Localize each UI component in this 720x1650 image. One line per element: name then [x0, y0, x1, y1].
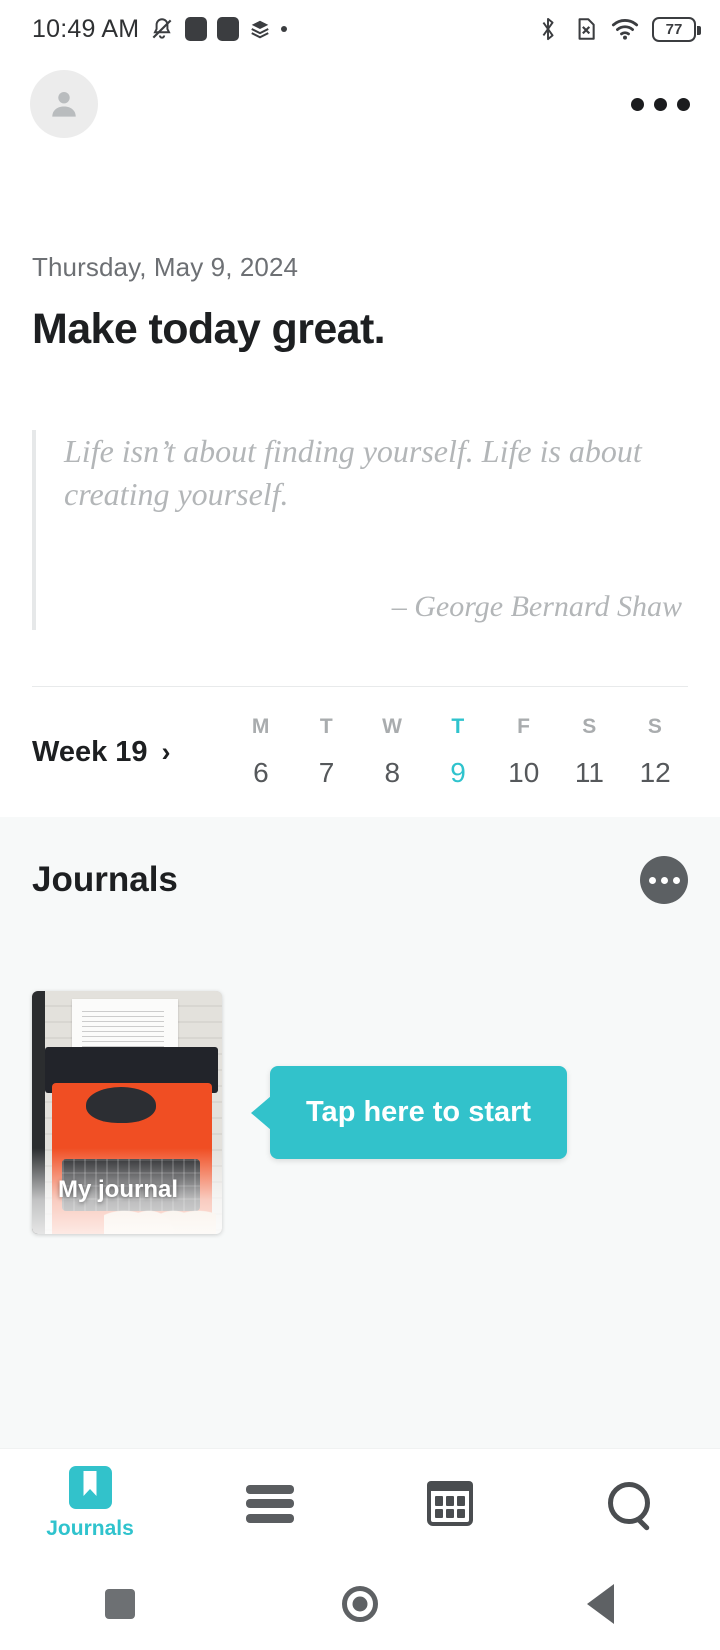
journal-card-row: My journal Tap here to start: [32, 991, 688, 1234]
battery-percent: 77: [665, 20, 683, 38]
bookmark-icon: [68, 1466, 112, 1509]
quote-text: Life isn’t about finding yourself. Life …: [64, 433, 642, 512]
day-cell-thursday-selected[interactable]: T 9: [425, 715, 491, 789]
search-icon: [606, 1480, 654, 1528]
status-bar-left: 10:49 AM: [32, 14, 288, 44]
nav-item-calendar[interactable]: [360, 1481, 540, 1526]
day-of-week-label: S: [582, 715, 597, 738]
dot-icon: [281, 26, 288, 32]
day-cell-saturday[interactable]: S 11: [557, 715, 623, 789]
battery-icon: 77: [652, 16, 701, 42]
no-sim-icon: [572, 16, 598, 42]
layers-icon: [249, 18, 271, 40]
status-time: 10:49 AM: [32, 14, 140, 43]
quote-block: Life isn’t about finding yourself. Life …: [32, 430, 688, 630]
day-number: 11: [574, 757, 604, 788]
triangle-back-icon: [586, 1584, 614, 1624]
nav-item-journals[interactable]: Journals: [0, 1466, 180, 1541]
square-icon: [217, 17, 240, 41]
chevron-right-icon: ›: [161, 736, 171, 767]
journal-card[interactable]: My journal: [32, 991, 222, 1234]
more-horizontal-circle-icon: [660, 876, 668, 884]
calendar-icon: [427, 1481, 473, 1526]
home-button[interactable]: [240, 1586, 480, 1622]
tooltip-text: Tap here to start: [306, 1096, 532, 1128]
wifi-icon: [611, 17, 639, 41]
day-number: 9: [450, 757, 466, 788]
quote-author: – George Bernard Shaw: [391, 589, 682, 623]
day-cell-friday[interactable]: F 10: [491, 715, 557, 789]
day-of-week-label: T: [319, 715, 334, 738]
day-of-week-label: W: [382, 715, 403, 738]
app-bar: [0, 58, 720, 150]
day-cell-tuesday[interactable]: T 7: [294, 715, 360, 789]
day-of-week-label: S: [647, 715, 663, 738]
current-date: Thursday, May 9, 2024: [32, 252, 299, 282]
more-horizontal-icon: [654, 97, 667, 111]
day-cell-wednesday[interactable]: W 8: [359, 715, 425, 789]
week-strip: Week 19 › M 6 T 7 W 8 T 9 F 10 S 11 S 12: [0, 687, 720, 817]
more-horizontal-icon: [677, 97, 690, 111]
bottom-navigation: Journals: [0, 1448, 720, 1558]
circle-home-icon: [342, 1586, 378, 1622]
day-cell-monday[interactable]: M 6: [228, 715, 294, 789]
journal-card-label: My journal: [58, 1176, 179, 1203]
back-button[interactable]: [480, 1584, 720, 1624]
day-number: 7: [318, 757, 335, 788]
recents-button[interactable]: [0, 1589, 240, 1619]
onboarding-tooltip[interactable]: Tap here to start: [270, 1066, 568, 1159]
journals-title: Journals: [32, 860, 178, 899]
android-system-bar: [0, 1558, 720, 1650]
journals-section: Journals My journal Tap here to start: [0, 817, 720, 1448]
more-horizontal-circle-icon: [672, 876, 680, 884]
week-selector[interactable]: Week 19 ›: [32, 736, 228, 769]
bluetooth-icon: [537, 16, 559, 42]
journals-more-button[interactable]: [640, 856, 688, 904]
day-number: 6: [253, 757, 269, 788]
avatar[interactable]: [30, 70, 98, 138]
square-recents-icon: [105, 1589, 135, 1619]
nav-item-search[interactable]: [540, 1480, 720, 1528]
day-number: 12: [639, 757, 671, 788]
app-root: 10:49 AM 77 Thursday, May 9, 2024 Make t…: [0, 0, 720, 1650]
status-bar: 10:49 AM 77: [0, 0, 720, 58]
hero-section: Thursday, May 9, 2024 Make today great.: [0, 150, 720, 354]
day-of-week-label: F: [517, 715, 531, 738]
menu-icon: [246, 1484, 294, 1523]
journals-header: Journals: [32, 817, 688, 943]
page-title: Make today great.: [32, 305, 386, 353]
person-avatar-icon: [52, 91, 76, 117]
square-icon: [185, 17, 208, 41]
week-label: Week 19: [32, 735, 148, 768]
typewriter-ribbon: [86, 1087, 157, 1123]
day-of-week-label: T: [451, 715, 465, 738]
nav-item-menu[interactable]: [180, 1484, 360, 1523]
week-days: M 6 T 7 W 8 T 9 F 10 S 11 S 12: [228, 715, 688, 789]
more-horizontal-circle-icon: [648, 876, 656, 884]
day-cell-sunday[interactable]: S 12: [622, 715, 688, 789]
overflow-menu-button[interactable]: [631, 97, 690, 111]
day-number: 10: [508, 757, 540, 788]
day-of-week-label: M: [251, 715, 270, 738]
mute-bell-icon: [149, 16, 175, 42]
day-number: 8: [384, 757, 401, 788]
more-horizontal-icon: [631, 97, 644, 111]
nav-item-label: Journals: [46, 1517, 134, 1540]
status-bar-right: 77: [537, 16, 701, 42]
